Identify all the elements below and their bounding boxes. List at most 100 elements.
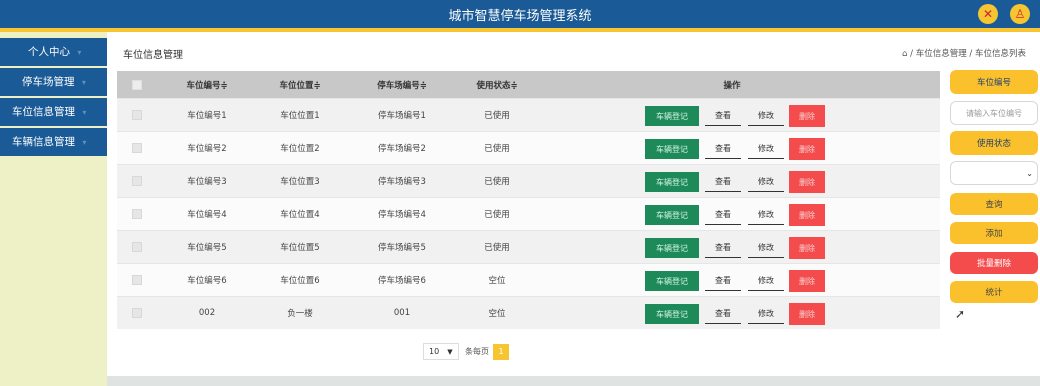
col-header-code[interactable]: 车位编号≑: [167, 71, 247, 98]
row-checkbox[interactable]: [132, 143, 142, 153]
row-select-cell: [127, 165, 147, 197]
row-checkbox[interactable]: [132, 209, 142, 219]
edit-button[interactable]: 修改: [748, 172, 784, 192]
cell-lot: 停车场编号3: [378, 177, 426, 187]
cell-status: 空位: [488, 276, 506, 286]
batch-delete-button[interactable]: 批量删除: [950, 252, 1038, 274]
cell-lot: 停车场编号6: [378, 276, 426, 286]
select-all-checkbox[interactable]: [132, 79, 142, 90]
chevron-down-icon: ▾: [77, 48, 82, 57]
sidebar-item-space-info[interactable]: 车位信息管理 ▾: [0, 98, 107, 126]
row-select-cell: [127, 297, 147, 329]
cell-lot: 停车场编号2: [378, 144, 426, 154]
chevron-down-icon: ▾: [81, 78, 86, 87]
user-icon[interactable]: ♙: [1010, 4, 1030, 24]
register-vehicle-button[interactable]: 车辆登记: [645, 139, 699, 159]
cell-code: 车位编号3: [187, 177, 227, 187]
view-button[interactable]: 查看: [705, 172, 741, 192]
sidebar-item-vehicle-info[interactable]: 车辆信息管理 ▾: [0, 128, 107, 156]
delete-button[interactable]: 删除: [789, 237, 825, 259]
row-select-cell: [127, 99, 147, 131]
view-button[interactable]: 查看: [705, 205, 741, 225]
delete-button[interactable]: 删除: [789, 303, 825, 325]
table-row: 车位编号5 车位位置5 停车场编号5 已使用 车辆登记 查看 修改 删除: [117, 230, 940, 263]
edit-button[interactable]: 修改: [748, 139, 784, 159]
col-header-status[interactable]: 使用状态≑: [457, 71, 537, 98]
cell-lot: 停车场编号4: [378, 210, 426, 220]
view-button[interactable]: 查看: [705, 238, 741, 258]
per-page-label: 条每页: [465, 347, 489, 356]
table-row: 车位编号2 车位位置2 停车场编号2 已使用 车辆登记 查看 修改 删除: [117, 131, 940, 164]
register-vehicle-button[interactable]: 车辆登记: [645, 271, 699, 291]
cell-status: 空位: [488, 309, 506, 319]
sidebar-item-label: 车辆信息管理: [12, 136, 75, 148]
sidebar-item-label: 停车场管理: [22, 76, 75, 88]
cell-location: 车位位置1: [280, 111, 320, 121]
page-title: 车位信息管理: [123, 50, 183, 61]
edit-button[interactable]: 修改: [748, 238, 784, 258]
cell-status: 已使用: [484, 210, 510, 220]
edit-button[interactable]: 修改: [748, 271, 784, 291]
app-title: 城市智慧停车场管理系统: [448, 9, 592, 24]
page-size-value: 10: [429, 347, 440, 356]
edit-button[interactable]: 修改: [748, 304, 784, 324]
row-checkbox[interactable]: [132, 242, 142, 252]
cell-location: 车位位置3: [280, 177, 320, 187]
table-row: 车位编号1 车位位置1 停车场编号1 已使用 车辆登记 查看 修改 删除: [117, 98, 940, 131]
space-table: 车位编号≑ 车位位置≑ 停车场编号≑ 使用状态≑ 操作 车位编号1 车位位置1 …: [117, 71, 940, 329]
col-header-location[interactable]: 车位位置≑: [260, 71, 340, 98]
view-button[interactable]: 查看: [705, 304, 741, 324]
row-checkbox[interactable]: [132, 308, 142, 318]
cell-code: 002: [198, 308, 216, 318]
delete-button[interactable]: 删除: [789, 138, 825, 160]
search-button[interactable]: 查询: [950, 193, 1038, 215]
col-header-lot[interactable]: 停车场编号≑: [357, 71, 447, 98]
register-vehicle-button[interactable]: 车辆登记: [645, 238, 699, 258]
page-size-select[interactable]: 10 ▼: [423, 343, 459, 360]
top-bar-divider: [0, 28, 1040, 32]
row-select-cell: [127, 231, 147, 263]
cell-code: 车位编号5: [187, 243, 227, 253]
delete-button[interactable]: 删除: [789, 204, 825, 226]
select-all-cell: [127, 71, 147, 98]
mouse-cursor-icon: ➚: [955, 307, 966, 321]
sidebar-item-parking-lot[interactable]: 停车场管理 ▾: [0, 68, 107, 96]
register-vehicle-button[interactable]: 车辆登记: [645, 106, 699, 126]
add-button[interactable]: 添加: [950, 222, 1038, 244]
stats-button[interactable]: 统计: [950, 281, 1038, 303]
view-button[interactable]: 查看: [705, 106, 741, 126]
row-checkbox[interactable]: [132, 275, 142, 285]
edit-button[interactable]: 修改: [748, 205, 784, 225]
register-vehicle-button[interactable]: 车辆登记: [645, 172, 699, 192]
cell-status: 已使用: [484, 243, 510, 253]
bottom-scroll-strip: [107, 376, 1040, 386]
cell-status: 已使用: [484, 144, 510, 154]
col-header-actions: 操作: [723, 80, 741, 91]
delete-button[interactable]: 删除: [789, 105, 825, 127]
pagination: 10 ▼ 条每页 1: [423, 343, 509, 360]
cell-location: 车位位置5: [280, 243, 320, 253]
row-select-cell: [127, 198, 147, 230]
sidebar-item-personal-center[interactable]: 个人中心 ▾: [0, 38, 107, 66]
table-header: 车位编号≑ 车位位置≑ 停车场编号≑ 使用状态≑ 操作: [117, 71, 940, 98]
close-icon[interactable]: ✕: [978, 4, 998, 24]
code-search-input[interactable]: 请输入车位编号: [950, 101, 1038, 125]
status-select[interactable]: ⌄: [950, 161, 1038, 185]
top-bar: 城市智慧停车场管理系统 ✕ ♙: [0, 0, 1040, 28]
edit-button[interactable]: 修改: [748, 106, 784, 126]
cell-status: 已使用: [484, 111, 510, 121]
row-checkbox[interactable]: [132, 176, 142, 186]
view-button[interactable]: 查看: [705, 271, 741, 291]
cell-code: 车位编号2: [187, 144, 227, 154]
register-vehicle-button[interactable]: 车辆登记: [645, 205, 699, 225]
page-number-current[interactable]: 1: [493, 343, 509, 360]
row-checkbox[interactable]: [132, 110, 142, 120]
register-vehicle-button[interactable]: 车辆登记: [645, 304, 699, 324]
view-button[interactable]: 查看: [705, 139, 741, 159]
chevron-down-icon: ▼: [447, 347, 453, 356]
delete-button[interactable]: 删除: [789, 270, 825, 292]
code-filter-label: 车位编号: [950, 70, 1038, 94]
delete-button[interactable]: 删除: [789, 171, 825, 193]
cell-location: 车位位置6: [280, 276, 320, 286]
row-select-cell: [127, 132, 147, 164]
